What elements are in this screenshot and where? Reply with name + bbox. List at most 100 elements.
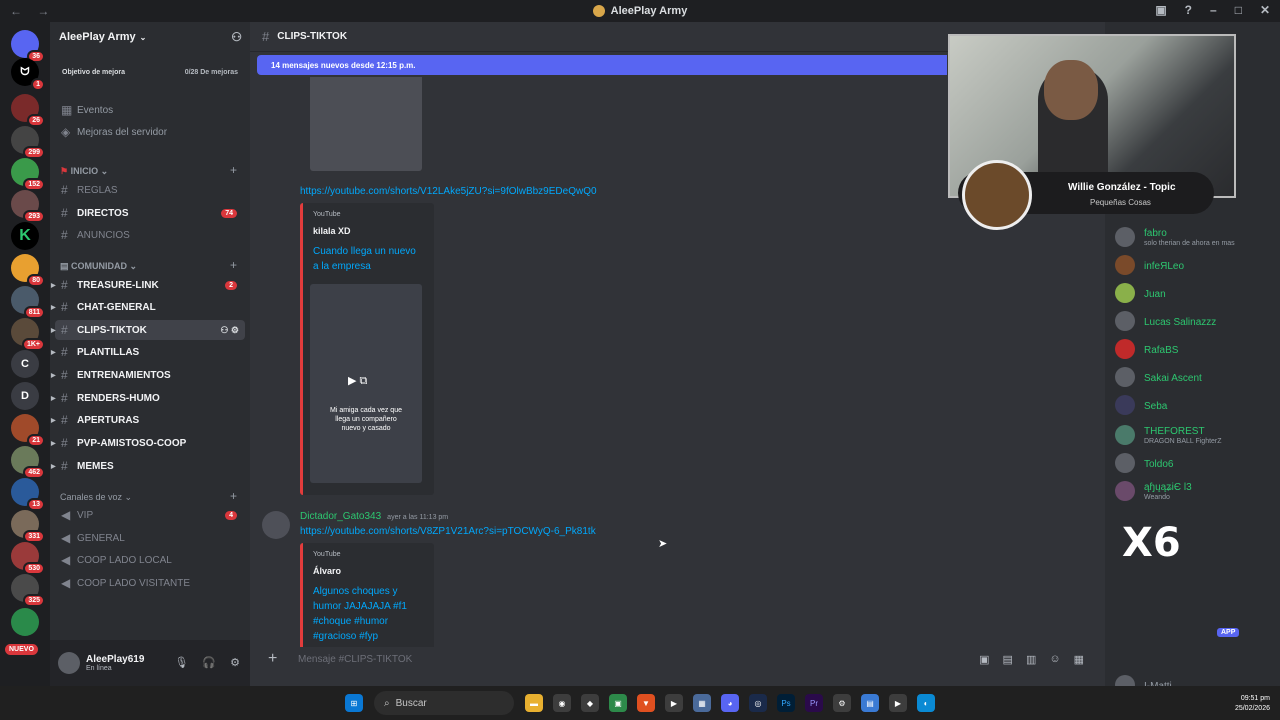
member-item[interactable]: Sakai Ascent <box>1115 364 1275 392</box>
apps-icon[interactable]: ▦ <box>1074 653 1084 666</box>
player-icon[interactable]: ▶ <box>889 694 907 712</box>
sticker-icon[interactable]: ▥ <box>1026 653 1036 666</box>
member-item[interactable]: Lucas Salinazzz <box>1115 308 1275 336</box>
channel-chat-general[interactable]: ▶ # CHAT-GENERAL <box>51 297 245 317</box>
channel-settings-icon[interactable]: ⚇ ⚙ <box>220 325 239 336</box>
avatar[interactable] <box>58 652 80 674</box>
voice-channel-coop-local[interactable]: ◀ COOP LADO LOCAL <box>55 550 245 570</box>
message-link[interactable]: https://youtube.com/shorts/V8ZP1V21Arc?s… <box>300 526 596 537</box>
embed-author[interactable]: kilala XD <box>313 226 424 236</box>
member-item[interactable]: Juan <box>1115 280 1275 308</box>
member-item[interactable]: Seba <box>1115 392 1275 420</box>
events-item[interactable]: ▦ Eventos <box>55 100 245 120</box>
photoshop-icon[interactable]: Ps <box>777 694 795 712</box>
app-icon[interactable]: ◆ <box>581 694 599 712</box>
gear-icon[interactable]: ⚙ <box>230 656 240 669</box>
channel-plantillas[interactable]: ▶ # PLANTILLAS <box>51 342 245 362</box>
brave-icon[interactable]: ▼ <box>637 694 655 712</box>
server-icon[interactable]: 530 <box>11 542 45 575</box>
server-icon[interactable]: 26 <box>11 94 45 127</box>
server-icon[interactable]: 293 <box>11 190 45 223</box>
member-item[interactable]: THEFOREST DRAGON BALL FighterZ <box>1115 422 1275 450</box>
media-icon[interactable]: ▶ <box>665 694 683 712</box>
settings-icon[interactable]: ⚙ <box>833 694 851 712</box>
taskbar-search[interactable]: ⌕ Buscar <box>374 691 514 715</box>
member-item[interactable]: ąɧųąʑiЄ l3 Weando <box>1115 478 1275 506</box>
invite-icon[interactable]: ⚇ <box>231 30 242 44</box>
channel-anuncios[interactable]: # ANUNCIOS <box>55 225 245 245</box>
channel-aperturas[interactable]: ▶ # APERTURAS <box>51 410 245 430</box>
server-icon[interactable]: 80 <box>11 254 45 287</box>
server-icon[interactable] <box>11 608 39 636</box>
play-icon[interactable]: ▶ ⧉ <box>348 374 367 388</box>
add-channel-icon[interactable]: + <box>230 489 237 503</box>
system-clock[interactable]: 09:51 pm 25/02/2026 <box>1235 694 1270 714</box>
member-item[interactable]: RafaBS <box>1115 336 1275 364</box>
server-icon[interactable]: 152 <box>11 158 45 191</box>
boost-goal[interactable]: Objetivo de mejora 0/28 De mejoras <box>56 64 244 81</box>
close-button[interactable]: ✕ <box>1260 3 1270 17</box>
inbox-icon[interactable]: ▣ <box>1155 3 1166 17</box>
server-icon[interactable]: 331 <box>11 510 45 543</box>
category-comunidad[interactable]: ▤ COMUNIDAD ⌄ + <box>60 258 237 272</box>
gif-icon[interactable]: ▤ <box>1003 653 1013 666</box>
embed-author[interactable]: Álvaro <box>313 566 424 576</box>
member-item[interactable]: Toldo6 <box>1115 450 1275 478</box>
server-boosts-item[interactable]: ◈ Mejoras del servidor <box>55 122 245 142</box>
voice-channel-vip[interactable]: ◀ VIP 4 <box>55 505 245 525</box>
chrome-icon[interactable]: ◉ <box>553 694 571 712</box>
channel-entrenamientos[interactable]: ▶ # ENTRENAMIENTOS <box>51 365 245 385</box>
new-messages-bar[interactable]: 14 mensajes nuevos desde 12:15 p.m. <box>257 55 947 75</box>
nav-arrows-icon[interactable]: ← → <box>10 4 55 18</box>
emoji-icon[interactable]: ☺ <box>1049 653 1060 666</box>
help-icon[interactable]: ? <box>1185 3 1192 17</box>
microphone-icon[interactable]: 🎙 <box>174 656 188 669</box>
maximize-button[interactable]: □ <box>1235 3 1242 17</box>
server-icon[interactable]: 21 <box>11 414 45 447</box>
server-icon[interactable]: 462 <box>11 446 45 479</box>
server-icon[interactable]: C <box>11 350 39 378</box>
channel-renders-humo[interactable]: ▶ # RENDERS-HUMO <box>51 388 245 408</box>
server-icon[interactable]: D <box>11 382 39 410</box>
add-channel-icon[interactable]: + <box>230 258 237 272</box>
message-author[interactable]: Dictador_Gato343 ayer a las 11:13 pm <box>300 511 448 522</box>
premiere-icon[interactable]: Pr <box>805 694 823 712</box>
voice-channel-coop-visitante[interactable]: ◀ COOP LADO VISITANTE <box>55 573 245 593</box>
steam-icon[interactable]: ◎ <box>749 694 767 712</box>
member-item[interactable]: fabro solo therian de ahora en mas <box>1115 224 1275 252</box>
add-attachment-icon[interactable]: + <box>268 650 277 668</box>
file-explorer-icon[interactable]: ▬ <box>525 694 543 712</box>
server-icon[interactable]: K <box>11 222 39 250</box>
video-thumbnail[interactable] <box>310 77 422 171</box>
server-icon[interactable]: 1K+ <box>11 318 45 351</box>
message-composer[interactable]: + Mensaje #CLIPS-TIKTOK ▣ ▤ ▥ ☺ ▦ <box>258 644 1096 674</box>
server-icon[interactable]: ᗢ1 <box>11 58 45 91</box>
channel-treasure-link[interactable]: ▶ # TREASURE-LINK 2 <box>51 275 245 295</box>
app-icon[interactable]: ▣ <box>609 694 627 712</box>
voice-channel-general[interactable]: ◀ GENERAL <box>55 528 245 548</box>
server-icon[interactable]: 13 <box>11 478 45 511</box>
notepad-icon[interactable]: ▤ <box>861 694 879 712</box>
guild-header[interactable]: AleePlay Army ⌄ ⚇ <box>50 22 250 52</box>
discord-icon[interactable]: ◕ <box>721 694 739 712</box>
member-item[interactable]: infeЯLeo <box>1115 252 1275 280</box>
avatar[interactable] <box>262 511 290 539</box>
channel-pvp-amistoso-coop[interactable]: ▶ # PVP-AMISTOSO-COOP <box>51 433 245 453</box>
add-channel-icon[interactable]: + <box>230 163 237 177</box>
calculator-icon[interactable]: ▦ <box>693 694 711 712</box>
server-icon[interactable]: 299 <box>11 126 45 159</box>
embed-title[interactable]: Algunos choques y humor JAJAJAJA #f1 #ch… <box>313 584 424 644</box>
embed-title[interactable]: Cuando llega un nuevo a la empresa <box>313 244 424 274</box>
category-voz[interactable]: Canales de voz ⌄ + <box>60 489 237 503</box>
headphones-icon[interactable]: 🎧 <box>202 656 216 669</box>
gift-icon[interactable]: ▣ <box>979 653 989 666</box>
channel-directos[interactable]: # DIRECTOS 74 <box>55 203 245 223</box>
channel-clips-tiktok[interactable]: ▶ # CLIPS-TIKTOK ⚇ ⚙ <box>51 320 245 340</box>
edge-icon[interactable]: ◐ <box>917 694 935 712</box>
server-icon[interactable]: 811 <box>11 286 45 319</box>
channel-reglas[interactable]: # REGLAS <box>55 180 245 200</box>
message-link[interactable]: https://youtube.com/shorts/V12LAke5jZU?s… <box>300 186 597 197</box>
category-inicio[interactable]: ⚑ INICIO ⌄ + <box>60 163 237 177</box>
windows-start-icon[interactable]: ⊞ <box>345 694 363 712</box>
server-icon[interactable]: 325 <box>11 574 45 607</box>
